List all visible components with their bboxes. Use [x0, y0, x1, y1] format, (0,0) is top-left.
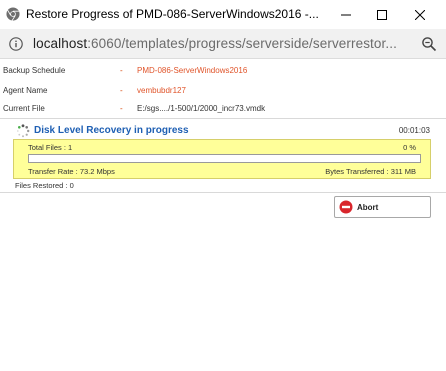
chrome-app-icon — [6, 7, 20, 21]
abort-button-label: Abort — [357, 202, 379, 212]
agent-name-value: vembubdr127 — [137, 86, 186, 95]
minimize-button[interactable] — [330, 0, 362, 29]
url-host: localhost — [33, 36, 88, 51]
agent-name-dash: - — [120, 86, 123, 95]
current-file-value: E:/sgs..../1-500/1/2000_incr73.vmdk — [137, 104, 266, 113]
backup-schedule-label: Backup Schedule — [3, 66, 66, 75]
zoom-icon[interactable] — [421, 36, 437, 52]
stop-icon — [339, 200, 353, 214]
progress-panel: Total Files : 1 0 % Transfer Rate : 73.2… — [13, 139, 431, 179]
total-files: Total Files : 1 — [28, 143, 73, 152]
section-divider — [0, 118, 446, 119]
files-restored: Files Restored : 0 — [15, 181, 74, 190]
backup-schedule-dash: - — [120, 66, 123, 75]
abort-button[interactable]: Abort — [334, 196, 431, 218]
bytes-transferred: Bytes Transferred : 311 MB — [325, 167, 416, 176]
title-bar: Restore Progress of PMD-086-ServerWindow… — [0, 0, 446, 29]
backup-schedule-value: PMD-086-ServerWindows2016 — [137, 66, 248, 75]
recovery-status-title: Disk Level Recovery in progress — [34, 125, 189, 136]
address-bar[interactable]: localhost:6060/templates/progress/server… — [0, 29, 446, 59]
elapsed-time: 00:01:03 — [398, 126, 430, 135]
info-icon[interactable] — [9, 37, 23, 51]
url-path: :6060/templates/progress/serverside/serv… — [87, 36, 397, 51]
close-icon — [415, 9, 425, 20]
maximize-icon — [377, 9, 387, 20]
maximize-button[interactable] — [366, 0, 398, 29]
minimize-icon — [341, 14, 351, 15]
progress-bar — [28, 154, 421, 163]
url-text[interactable]: localhost:6060/templates/progress/server… — [33, 36, 397, 51]
progress-percent: 0 % — [403, 143, 416, 152]
window-title: Restore Progress of PMD-086-ServerWindow… — [26, 7, 319, 21]
agent-name-label: Agent Name — [3, 86, 48, 95]
spinner-icon — [16, 124, 30, 138]
current-file-dash: - — [120, 104, 123, 113]
current-file-label: Current File — [3, 104, 45, 113]
section-divider-bottom — [0, 192, 446, 193]
transfer-rate: Transfer Rate : 73.2 Mbps — [28, 167, 115, 176]
close-button[interactable] — [404, 0, 436, 29]
